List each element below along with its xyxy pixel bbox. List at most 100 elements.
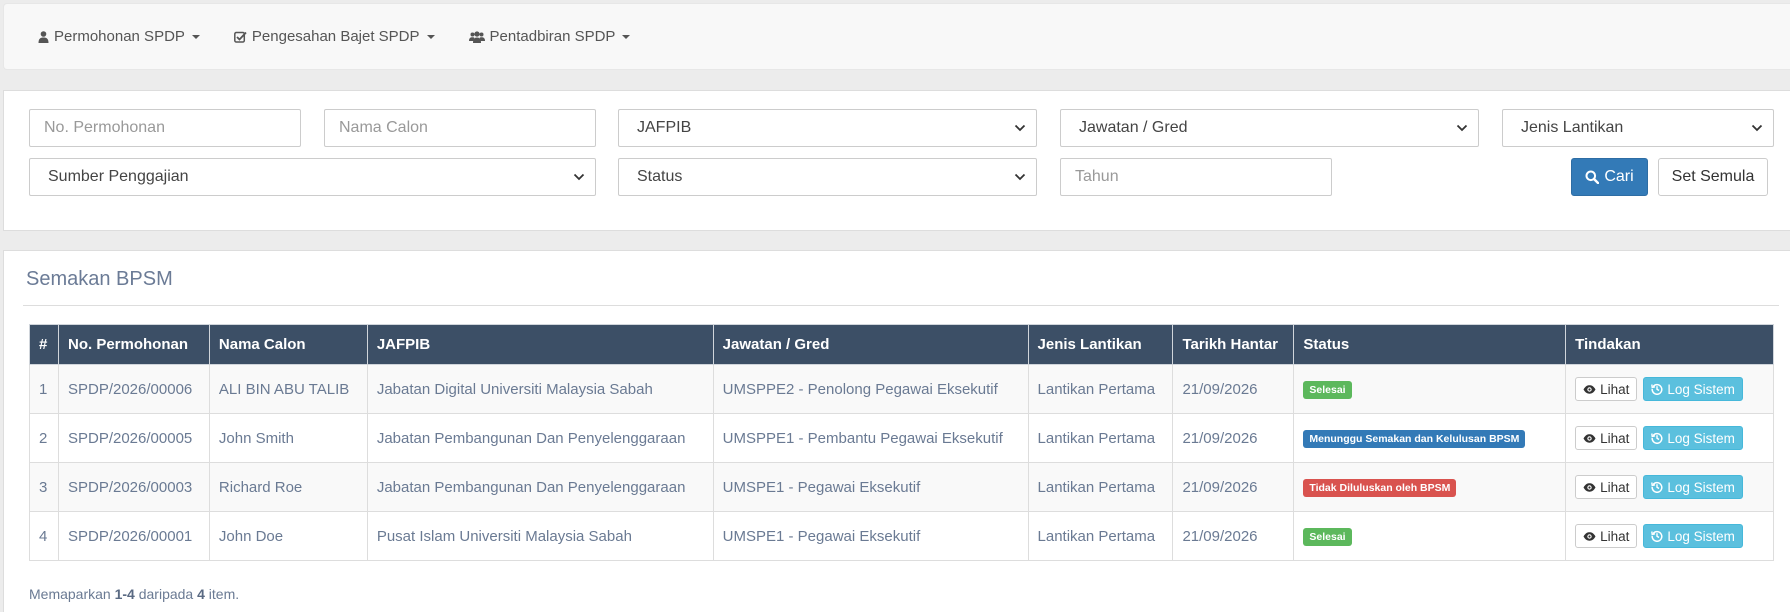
jafpib-select[interactable]: JAFPIB [618,109,1037,147]
lihat-button-label: Lihat [1600,479,1630,495]
jenis-lantikan-select-value: Jenis Lantikan [1521,119,1624,136]
lihat-button-label: Lihat [1600,528,1630,544]
table-row: 3 SPDP/2026/00003 Richard Roe Jabatan Pemba… [29,462,1774,512]
pagination-summary: Memaparkan 1-4 daripada 4 item. [29,586,239,602]
nama-calon-input[interactable] [324,109,596,147]
cell-nama-calon: John Doe [208,511,368,561]
jenis-lantikan-select[interactable]: Jenis Lantikan [1502,109,1774,147]
history-icon [1651,530,1663,542]
caret-down-icon [426,34,435,39]
users-icon [468,30,485,43]
cell-tindakan: Lihat Log Sistem [1565,462,1774,512]
table-header-row: # No. Permohonan Nama Calon JAFPIB Jawat… [29,324,1774,365]
top-navbar: Permohonan SPDP Pengesahan Bajet SPDP Pe… [3,3,1790,70]
column-header: No. Permohonan [57,324,210,365]
cell-jafpib: Jabatan Digital Universiti Malaysia Saba… [366,364,714,414]
cell-number: 2 [29,413,59,463]
jawatan-gred-select[interactable]: Jawatan / Gred [1060,109,1479,147]
cell-tarikh-hantar: 21/09/2026 [1172,462,1295,512]
lihat-button[interactable]: Lihat [1575,377,1638,401]
eye-icon [1583,433,1596,443]
history-icon [1651,481,1663,493]
tahun-input[interactable] [1060,158,1332,196]
cell-status: Selesai [1293,511,1567,561]
cell-jenis-lantikan: Lantikan Pertama [1027,462,1174,512]
results-title: Semakan BPSM [26,268,173,290]
no-permohonan-input[interactable] [29,109,301,147]
eye-icon [1583,482,1596,492]
status-badge: Selesai [1303,380,1352,399]
jawatan-gred-select-value: Jawatan / Gred [1079,119,1188,136]
check-square-icon [233,31,247,43]
column-header: Jawatan / Gred [712,324,1029,365]
history-icon [1651,383,1663,395]
set-semula-button-label: Set Semula [1671,168,1755,185]
jafpib-select-value: JAFPIB [637,119,692,136]
nav-pentadbiran-label: Pentadbiran SPDP [489,28,616,45]
log-sistem-button[interactable]: Log Sistem [1643,377,1743,401]
nav-permohonan-spdp[interactable]: Permohonan SPDP [38,28,200,45]
status-select[interactable]: Status [618,158,1037,196]
lihat-button-label: Lihat [1600,430,1630,446]
table-row: 4 SPDP/2026/00001 John Doe Pusat Islam Univ… [29,511,1774,561]
title-divider [23,305,1779,306]
nav-pengesahan-bajet-spdp[interactable]: Pengesahan Bajet SPDP [233,28,435,45]
status-badge: Menunggu Semakan dan Kelulusan BPSM [1303,429,1526,448]
cell-jenis-lantikan: Lantikan Pertama [1027,511,1174,561]
status-badge: Tidak Diluluskan oleh BPSM [1303,478,1457,497]
chevron-down-icon [1014,124,1026,132]
cell-tindakan: Lihat Log Sistem [1565,511,1774,561]
chevron-down-icon [1014,173,1026,181]
cell-number: 3 [29,462,59,512]
column-header: Nama Calon [208,324,368,365]
nav-pengesahan-label: Pengesahan Bajet SPDP [251,28,420,45]
user-icon [38,30,49,43]
summary-prefix: Memaparkan [29,586,111,602]
lihat-button[interactable]: Lihat [1575,524,1638,548]
cell-status: Menunggu Semakan dan Kelulusan BPSM [1293,413,1567,463]
column-header: JAFPIB [366,324,714,365]
eye-icon [1583,531,1596,541]
cell-jenis-lantikan: Lantikan Pertama [1027,413,1174,463]
column-header: Tarikh Hantar [1172,324,1295,365]
lihat-button[interactable]: Lihat [1575,475,1638,499]
summary-total: 4 [197,586,205,602]
column-header: Tindakan [1565,324,1774,365]
cell-no-permohonan: SPDP/2026/00001 [57,511,210,561]
nav-pentadbiran-spdp[interactable]: Pentadbiran SPDP [468,28,631,45]
set-semula-button[interactable]: Set Semula [1658,158,1768,196]
cell-nama-calon: Richard Roe [208,462,368,512]
log-sistem-button[interactable]: Log Sistem [1643,475,1743,499]
log-sistem-button[interactable]: Log Sistem [1643,426,1743,450]
chevron-down-icon [573,173,585,181]
summary-range: 1-4 [114,586,135,602]
cari-button[interactable]: Cari [1571,158,1648,196]
nav-permohonan-label: Permohonan SPDP [54,28,185,45]
lihat-button-label: Lihat [1600,381,1630,397]
cell-jafpib: Pusat Islam Universiti Malaysia Sabah [366,511,714,561]
table-row: 1 SPDP/2026/00006 ALI BIN ABU TALIB Jabatan… [29,364,1774,414]
cell-tarikh-hantar: 21/09/2026 [1172,511,1295,561]
sumber-penggajian-select[interactable]: Sumber Penggajian [29,158,596,196]
log-sistem-button-label: Log Sistem [1667,381,1735,397]
cell-nama-calon: John Smith [208,413,368,463]
eye-icon [1583,384,1596,394]
cell-jenis-lantikan: Lantikan Pertama [1027,364,1174,414]
cell-number: 4 [29,511,59,561]
column-header: Status [1293,324,1567,365]
summary-middle: daripada [138,586,194,602]
cell-no-permohonan: SPDP/2026/00003 [57,462,210,512]
chevron-down-icon [1456,124,1468,132]
status-select-value: Status [637,168,683,185]
cell-jawatan-gred: UMSPPE1 - Pembantu Pegawai Eksekutif [712,413,1029,463]
table-row: 2 SPDP/2026/00005 John Smith Jabatan Pemban… [29,413,1774,463]
lihat-button[interactable]: Lihat [1575,426,1638,450]
cell-tindakan: Lihat Log Sistem [1565,413,1774,463]
results-table: # No. Permohonan Nama Calon JAFPIB Jawat… [29,324,1774,561]
log-sistem-button[interactable]: Log Sistem [1643,524,1743,548]
cell-status: Tidak Diluluskan oleh BPSM [1293,462,1567,512]
log-sistem-button-label: Log Sistem [1667,479,1735,495]
chevron-down-icon [1751,124,1763,132]
column-header: # [29,324,59,365]
status-badge: Selesai [1303,527,1352,546]
